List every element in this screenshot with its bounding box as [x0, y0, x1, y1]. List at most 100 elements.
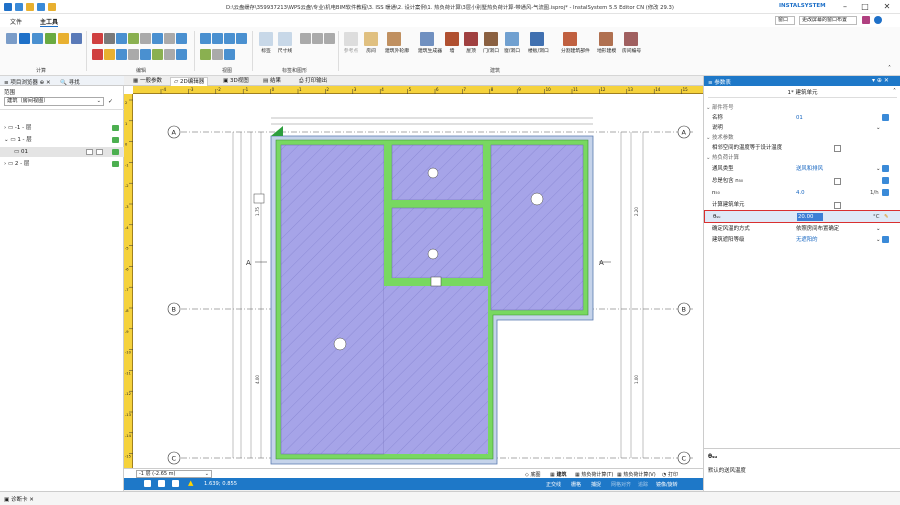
section-heat-load[interactable]: ⌄ 热负荷计算 — [704, 153, 900, 163]
calc-tool-icon[interactable] — [6, 33, 17, 44]
room-middle[interactable] — [391, 207, 484, 279]
visibility-icon[interactable] — [112, 125, 119, 131]
paste-icon[interactable] — [116, 49, 127, 60]
label-tool-button[interactable]: 标签 — [257, 32, 275, 54]
roof-button[interactable]: 屋顶 — [462, 32, 480, 54]
maximize-icon[interactable]: □ — [858, 2, 872, 12]
prop-always-include[interactable]: 总是包含 n₅₀ — [704, 176, 900, 186]
rotate-icon[interactable] — [140, 49, 151, 60]
calc-tool-icon[interactable] — [19, 33, 30, 44]
room-number-button[interactable]: 房间编号 — [622, 32, 641, 54]
checkbox[interactable] — [834, 201, 841, 209]
prop-shading-class[interactable]: 建筑遮阳等级 无遮阳的 ⌄ — [704, 235, 900, 245]
terrain-button[interactable]: 地形建模 — [597, 32, 616, 54]
checkbox[interactable] — [834, 177, 841, 185]
edit-tool-icon[interactable] — [128, 33, 139, 44]
tab-diagnostics[interactable]: ▣ 诊断卡 ✕ — [4, 495, 34, 503]
align-icon[interactable] — [164, 49, 175, 60]
status-icon[interactable] — [144, 480, 151, 487]
edit-tool-icon[interactable] — [140, 33, 151, 44]
zoom-in-icon[interactable] — [200, 33, 211, 44]
checkbox[interactable] — [834, 144, 841, 152]
visibility-icon[interactable] — [112, 137, 119, 143]
mode-grid-align[interactable]: 网格对齐 — [611, 481, 631, 488]
edit-tool-icon[interactable] — [116, 33, 127, 44]
calc-tool-icon[interactable] — [58, 33, 69, 44]
mode-track[interactable]: 追踪 — [638, 481, 648, 488]
mode-mirror-rotate[interactable]: 镜像/旋转 — [656, 481, 678, 488]
building-generator-button[interactable]: 建筑生成器 — [418, 32, 442, 54]
checkmark-icon[interactable]: ✓ — [108, 98, 113, 105]
edit-icon[interactable] — [96, 149, 103, 155]
visibility-icon[interactable] — [112, 161, 119, 167]
door-symbol[interactable] — [253, 193, 265, 204]
section-technical[interactable]: ⌄ 技术参数 — [704, 133, 900, 143]
status-icon[interactable] — [158, 480, 165, 487]
menu-home[interactable]: 主工具 — [40, 17, 59, 27]
edit-icon[interactable] — [882, 236, 889, 243]
view-tool-icon[interactable] — [224, 49, 235, 60]
room-large-west[interactable] — [280, 144, 385, 455]
door-button[interactable]: 门/洞口 — [482, 32, 500, 54]
room-east[interactable] — [490, 144, 584, 311]
floor-plan-canvas[interactable]: A A A A B B C C 1.75 4.00 2.20 1.00 — [133, 94, 703, 468]
view-tool-icon[interactable] — [212, 49, 223, 60]
layout-menu[interactable]: 更改屏幕的窗口布置 — [799, 16, 857, 25]
toggle-heatload-t[interactable]: ▦ 热负荷计算(T) — [575, 471, 613, 478]
menu-file[interactable]: 文件 — [10, 17, 22, 26]
toggle-building[interactable]: ▦ 建筑 — [550, 471, 566, 478]
tab-2d-editor[interactable]: ▱ 2D编辑器 — [170, 77, 209, 86]
zoom-out-icon[interactable] — [212, 33, 223, 44]
window-button[interactable]: 窗/洞口 — [503, 32, 521, 54]
mirror-icon[interactable] — [152, 49, 163, 60]
calc-tool-icon[interactable] — [45, 33, 56, 44]
room-button[interactable]: 房间 — [362, 32, 380, 54]
move-icon[interactable] — [128, 49, 139, 60]
floor-select[interactable]: -1 层 (-2.65 m) ⌄ — [136, 470, 212, 478]
wall-button[interactable]: 墙 — [443, 32, 461, 54]
tab-print[interactable]: ⎙ 打印输出 — [296, 77, 330, 86]
reference-point-button[interactable]: 参考点 — [342, 32, 360, 54]
chevron-down-icon[interactable]: ⌄ — [876, 123, 881, 133]
close-icon[interactable]: ✕ — [880, 2, 894, 12]
tree-item-level-1[interactable]: ⌄ ▭ 1 - 层 — [4, 135, 120, 145]
status-icon[interactable] — [172, 480, 179, 487]
edit-tool-icon[interactable] — [152, 33, 163, 44]
edit-icon[interactable] — [882, 177, 889, 184]
prop-ventilation-type[interactable]: 通风类型 送风和排风 ⌄ — [704, 164, 900, 174]
mode-grid[interactable]: 栅格 — [571, 481, 581, 488]
tab-project-browser[interactable]: ≡ 项目浏览器 ⊕ ✕ — [4, 78, 51, 86]
slab-button[interactable]: 楼板/洞口 — [528, 32, 549, 54]
tab-find[interactable]: 🔍 寻找 — [60, 78, 80, 86]
help-icon[interactable] — [874, 16, 882, 24]
zoom-window-icon[interactable] — [224, 33, 235, 44]
origin-marker[interactable] — [271, 126, 283, 136]
prop-calc-unit[interactable]: 计算建筑单元 — [704, 200, 900, 210]
collapse-icon[interactable]: ˄ — [893, 88, 896, 95]
copy-icon[interactable] — [104, 49, 115, 60]
split-building-part-button[interactable]: 分割建筑部件 — [561, 32, 590, 54]
collapse-ribbon-icon[interactable]: ˄ — [888, 65, 891, 72]
prop-name[interactable]: 名称 01 — [704, 113, 900, 123]
edit-icon[interactable] — [882, 114, 889, 121]
delete-icon[interactable] — [92, 49, 103, 60]
minimize-icon[interactable]: – — [838, 2, 852, 12]
prop-n50[interactable]: n₅₀ 4.0 1/h — [704, 188, 900, 198]
visibility-icon[interactable] — [112, 149, 119, 155]
tree-item-level-minus1[interactable]: › ▭ -1 - 层 — [4, 123, 120, 133]
panel-controls-icon[interactable]: ▾ ⊕ ✕ — [872, 77, 889, 84]
building-outline-button[interactable]: 建筑外轮廓 — [385, 32, 409, 54]
view-dropdown[interactable]: 建筑（房间视图） ⌄ — [4, 97, 104, 106]
tab-3d-view[interactable]: ▣ 3D视图 — [220, 77, 252, 86]
dimension-tool-button[interactable]: 尺寸线 — [276, 32, 294, 54]
supply-temp-input[interactable]: 20.00 — [797, 213, 823, 221]
edit-tool-icon[interactable] — [164, 33, 175, 44]
draw-tool-icon[interactable] — [324, 33, 335, 44]
warning-icon[interactable]: ▲ — [188, 479, 193, 487]
heater-symbol[interactable] — [430, 276, 442, 287]
lock-icon[interactable] — [86, 149, 93, 155]
section-symbol[interactable]: ⌄ 部件符号 — [704, 103, 900, 113]
calc-tool-icon[interactable] — [32, 33, 43, 44]
draw-tool-icon[interactable] — [300, 33, 311, 44]
calc-tool-icon[interactable] — [71, 33, 82, 44]
